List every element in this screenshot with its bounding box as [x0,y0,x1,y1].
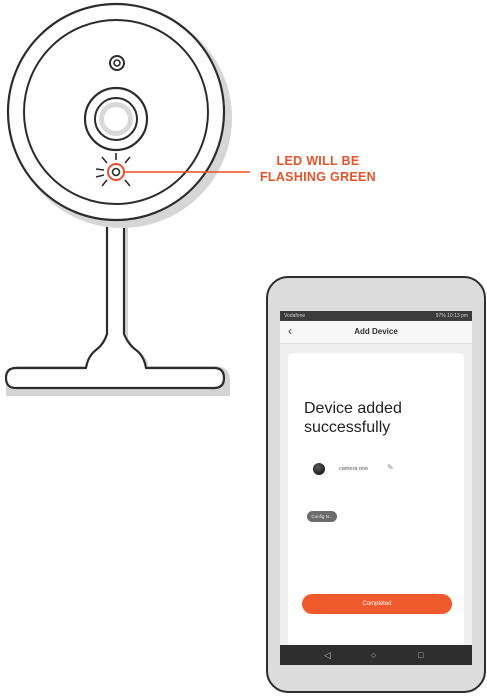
success-heading: Device added successfully [304,400,402,436]
device-name: camera one [339,466,369,472]
recent-apps-icon[interactable]: □ [418,649,423,661]
page-title: Add Device [354,327,398,336]
callout-line-1: LED WILL BE [276,154,360,168]
pencil-icon[interactable]: ✎ [387,463,394,472]
status-bar: Vodafone 97% 10:13 pm [280,311,472,321]
success-card: Device added successfully camera one ✎ C… [288,353,464,647]
camera-icon [313,463,325,475]
callout-line-2: FLASHING GREEN [259,170,376,184]
phone: Vodafone 97% 10:13 pm ‹ Add Device Devic… [266,276,486,693]
home-nav-icon[interactable]: ○ [371,649,376,661]
illustration: LED WILL BE FLASHING GREEN Vodafone 97% … [0,0,487,698]
config-button[interactable]: Config N... [307,511,337,522]
camera-stand [4,213,230,396]
lens-icon [83,86,149,152]
completed-button[interactable]: Completed [302,594,452,614]
status-info: 97% 10:13 pm [435,313,468,319]
led-callout: LED WILL BE FLASHING GREEN [248,153,388,185]
nav-bar: ◁ ○ □ [280,645,472,665]
back-nav-icon[interactable]: ◁ [324,649,331,661]
phone-screen: Vodafone 97% 10:13 pm ‹ Add Device Devic… [280,311,472,665]
carrier-label: Vodafone [284,313,306,319]
app-bar: ‹ Add Device [280,321,472,344]
sensor-icon [109,55,125,71]
